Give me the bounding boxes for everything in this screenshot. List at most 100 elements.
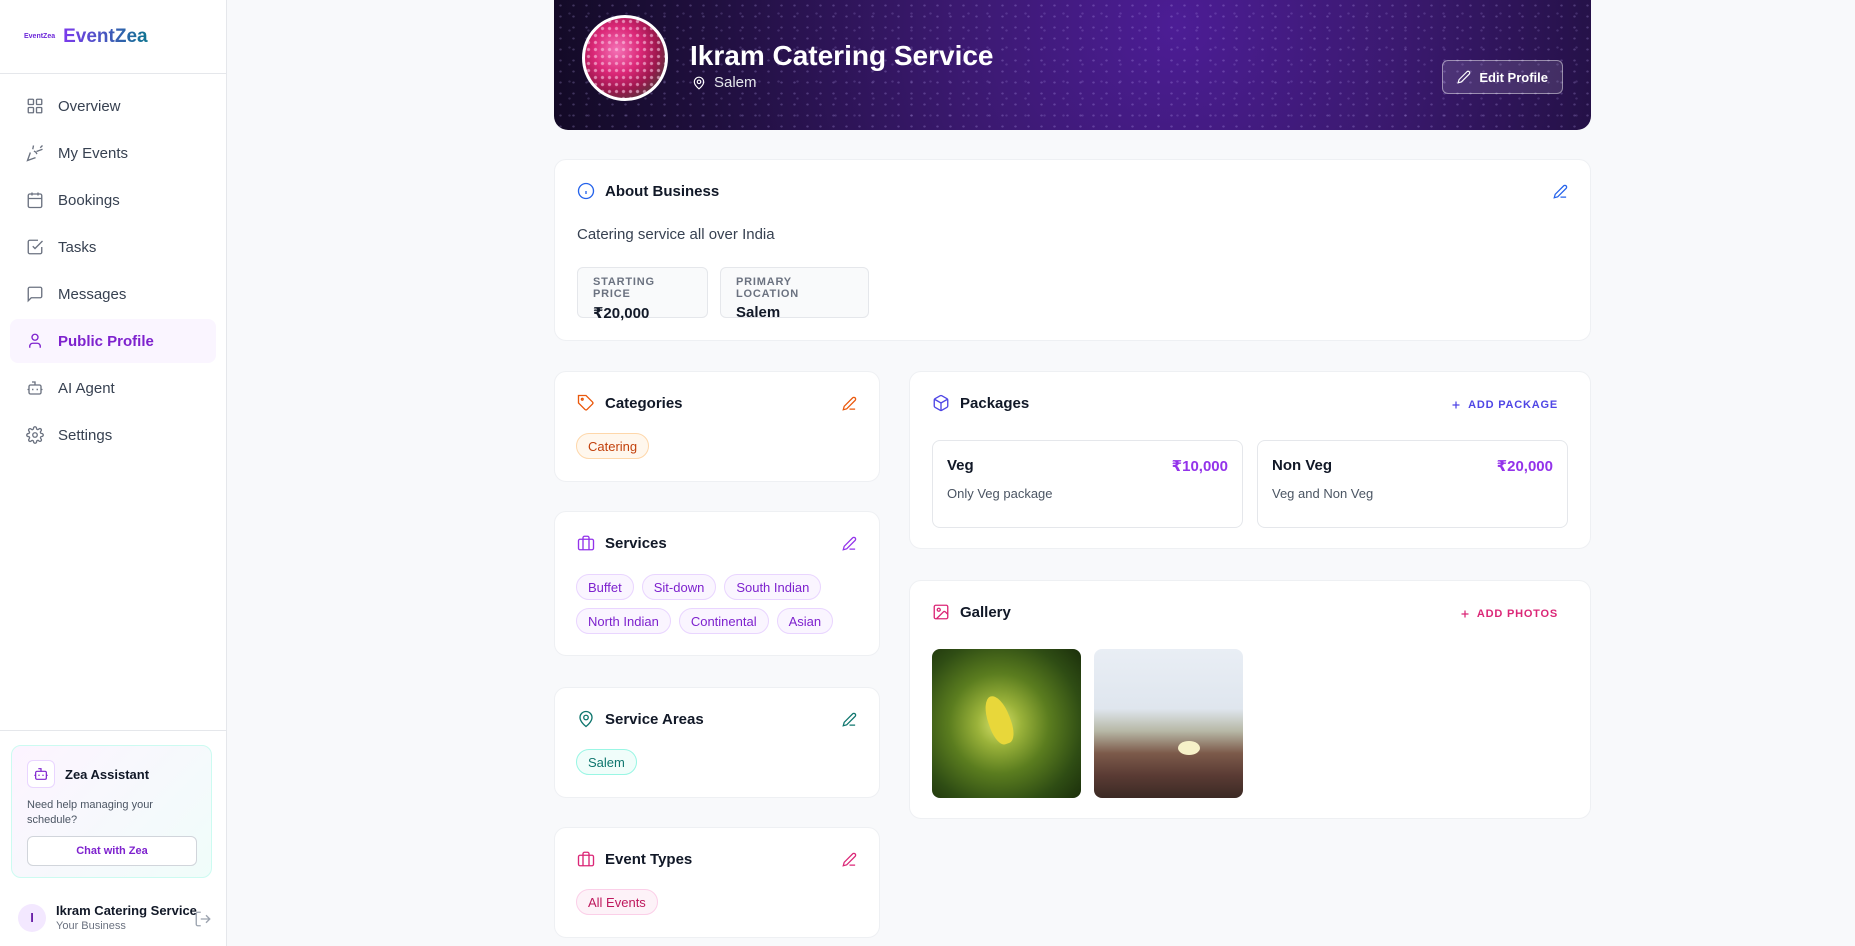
sidebar-nav: Overview My Events Bookings Tasks Messag… bbox=[0, 74, 226, 470]
edit-services-icon[interactable] bbox=[842, 536, 857, 551]
services-heading: Services bbox=[577, 534, 667, 552]
services-card: Services Buffet Sit-down South Indian No… bbox=[554, 511, 880, 656]
assistant-card: Zea Assistant Need help managing your sc… bbox=[11, 745, 212, 878]
service-areas-title: Service Areas bbox=[605, 710, 704, 728]
sidebar-item-overview[interactable]: Overview bbox=[10, 84, 216, 128]
about-business-card: About Business Catering service all over… bbox=[554, 159, 1591, 341]
add-photos-button[interactable]: ADD PHOTOS bbox=[1459, 608, 1558, 620]
party-popper-icon bbox=[26, 144, 44, 162]
services-title: Services bbox=[605, 534, 667, 552]
sidebar-item-label: Public Profile bbox=[58, 332, 154, 350]
user-role: Your Business bbox=[56, 920, 126, 932]
event-types-heading: Event Types bbox=[577, 850, 692, 868]
package-item[interactable]: Veg ₹10,000 Only Veg package bbox=[932, 440, 1243, 528]
package-price: ₹20,000 bbox=[1496, 458, 1553, 475]
starting-price-label: STARTING PRICE bbox=[593, 276, 655, 300]
about-business-title: About Business bbox=[605, 182, 720, 200]
package-icon bbox=[932, 394, 950, 412]
tag-icon bbox=[577, 394, 595, 412]
sidebar-item-label: Tasks bbox=[58, 238, 97, 256]
event-types-chips: All Events bbox=[576, 889, 856, 915]
package-item[interactable]: Non Veg ₹20,000 Veg and Non Veg bbox=[1257, 440, 1568, 528]
sidebar-item-label: AI Agent bbox=[58, 379, 115, 397]
sidebar-item-public-profile[interactable]: Public Profile bbox=[10, 319, 216, 363]
briefcase-icon bbox=[577, 534, 595, 552]
profile-avatar bbox=[582, 15, 668, 101]
edit-profile-button[interactable]: Edit Profile bbox=[1442, 60, 1563, 94]
categories-title: Categories bbox=[605, 394, 683, 412]
service-chip: Continental bbox=[678, 608, 769, 634]
add-package-button[interactable]: ADD PACKAGE bbox=[1450, 399, 1558, 411]
categories-heading: Categories bbox=[577, 394, 683, 412]
gear-icon bbox=[26, 426, 44, 444]
hero-location: Salem bbox=[692, 74, 757, 91]
user-name: Ikram Catering Service bbox=[56, 903, 197, 918]
gallery-card: Gallery ADD PHOTOS bbox=[909, 580, 1591, 819]
map-pin-icon bbox=[577, 710, 595, 728]
edit-service-areas-icon[interactable] bbox=[842, 712, 857, 727]
gallery-title: Gallery bbox=[960, 603, 1011, 621]
sidebar-footer: Zea Assistant Need help managing your sc… bbox=[0, 730, 226, 946]
package-description: Veg and Non Veg bbox=[1272, 486, 1374, 501]
page-title: Ikram Catering Service bbox=[690, 40, 994, 71]
sidebar-item-label: Settings bbox=[58, 426, 113, 444]
edit-event-types-icon[interactable] bbox=[842, 852, 857, 867]
profile-hero: Ikram Catering Service Salem Edit Profil… bbox=[554, 0, 1591, 130]
calendar-icon bbox=[26, 191, 44, 209]
edit-categories-icon[interactable] bbox=[842, 396, 857, 411]
package-description: Only Veg package bbox=[947, 486, 1053, 501]
logout-icon[interactable] bbox=[194, 910, 212, 928]
plus-icon bbox=[1450, 399, 1462, 411]
sidebar: EventZea EventZea Overview My Events Boo… bbox=[0, 0, 227, 946]
brand-logo: EventZea bbox=[24, 33, 56, 40]
service-chip: South Indian bbox=[724, 574, 822, 600]
check-square-icon bbox=[26, 238, 44, 256]
add-package-label: ADD PACKAGE bbox=[1468, 399, 1558, 411]
packages-heading: Packages bbox=[932, 394, 1029, 412]
starting-price-value: ₹20,000 bbox=[593, 305, 650, 322]
about-description: Catering service all over India bbox=[577, 226, 775, 243]
category-chip: Catering bbox=[576, 433, 650, 459]
gallery-photo[interactable] bbox=[1094, 649, 1243, 798]
categories-card: Categories Catering bbox=[554, 371, 880, 482]
sidebar-item-messages[interactable]: Messages bbox=[10, 272, 216, 316]
bot-icon bbox=[27, 760, 55, 788]
chat-with-zea-button[interactable]: Chat with Zea bbox=[27, 836, 197, 866]
sidebar-item-tasks[interactable]: Tasks bbox=[10, 225, 216, 269]
info-icon bbox=[577, 182, 595, 200]
sidebar-item-settings[interactable]: Settings bbox=[10, 413, 216, 457]
assistant-text: Need help managing your schedule? bbox=[27, 799, 153, 826]
briefcase-icon bbox=[577, 850, 595, 868]
map-pin-icon bbox=[692, 76, 706, 90]
bot-icon bbox=[26, 379, 44, 397]
edit-profile-label: Edit Profile bbox=[1479, 69, 1548, 85]
user-icon bbox=[26, 332, 44, 350]
grid-icon bbox=[26, 97, 44, 115]
service-chip: Buffet bbox=[576, 574, 634, 600]
edit-about-icon[interactable] bbox=[1553, 184, 1568, 199]
starting-price-stat: STARTING PRICE ₹20,000 bbox=[577, 267, 708, 322]
gallery-photo[interactable] bbox=[932, 649, 1081, 798]
categories-chips: Catering bbox=[576, 433, 856, 459]
sidebar-item-label: Overview bbox=[58, 97, 121, 115]
service-areas-card: Service Areas Salem bbox=[554, 687, 880, 798]
service-areas-chips: Salem bbox=[576, 749, 856, 775]
primary-location-label: PRIMARY LOCATION bbox=[736, 276, 800, 300]
sidebar-item-my-events[interactable]: My Events bbox=[10, 131, 216, 175]
primary-location-stat: PRIMARY LOCATION Salem bbox=[720, 267, 869, 321]
image-icon bbox=[932, 603, 950, 621]
event-types-card: Event Types All Events bbox=[554, 827, 880, 938]
user-profile[interactable]: I Ikram Catering Service Your Business bbox=[18, 903, 218, 932]
sidebar-item-bookings[interactable]: Bookings bbox=[10, 178, 216, 222]
brand[interactable]: EventZea EventZea bbox=[0, 0, 226, 74]
service-chip: Sit-down bbox=[641, 574, 717, 600]
packages-card: Packages ADD PACKAGE Veg ₹10,000 Only Ve… bbox=[909, 371, 1591, 549]
service-area-chip: Salem bbox=[576, 749, 637, 775]
avatar: I bbox=[18, 903, 46, 932]
service-chip: Asian bbox=[776, 608, 834, 634]
packages-title: Packages bbox=[960, 394, 1030, 412]
plus-icon bbox=[1459, 608, 1471, 620]
gallery-heading: Gallery bbox=[932, 603, 1011, 621]
sidebar-item-ai-agent[interactable]: AI Agent bbox=[10, 366, 216, 410]
services-chips: Buffet Sit-down South Indian North India… bbox=[576, 574, 866, 634]
